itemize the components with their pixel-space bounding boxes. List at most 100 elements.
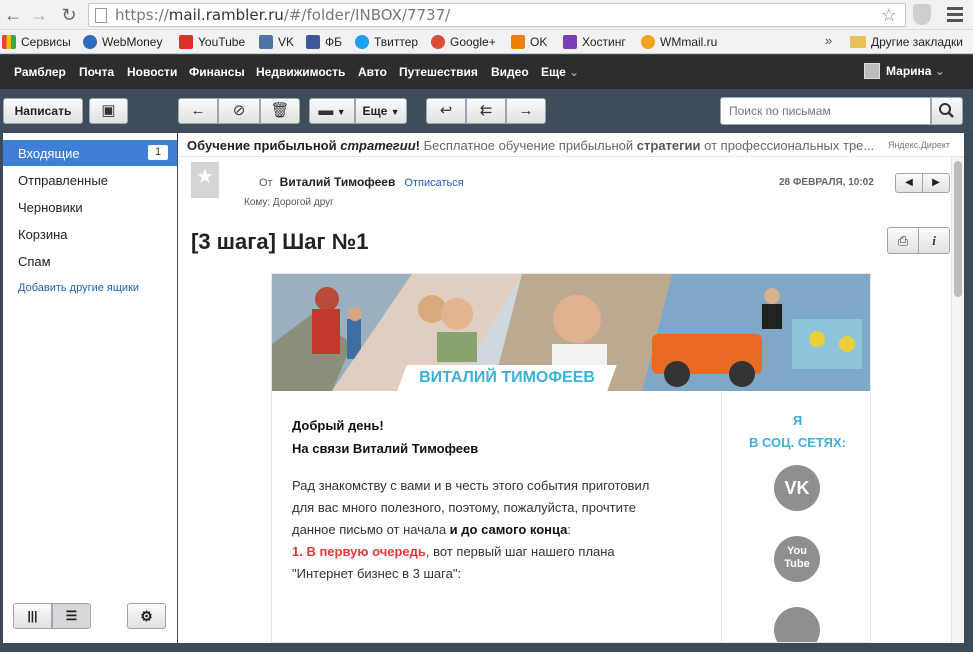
unsubscribe-link[interactable]: Отписаться [404,177,463,189]
bookmark-facebook[interactable]: ФБ [306,34,342,50]
trash-icon: 🗑 [270,102,290,119]
bookmark-youtube[interactable]: YouTube [179,34,245,50]
nav-news[interactable]: Новости [127,65,177,79]
next-message-button[interactable]: ▶ [922,173,950,193]
address-bar[interactable]: https://mail.rambler.ru/#/folder/INBOX/7… [88,3,906,27]
folder-spam[interactable]: Спам [3,248,177,274]
reload-icon[interactable]: ↻ [58,4,80,26]
twitter-icon [355,35,369,49]
search-input[interactable] [720,97,931,125]
forward-button[interactable]: → [506,98,546,124]
spam-button[interactable]: ⊘ [218,98,260,124]
nav-realty[interactable]: Недвижимость [256,65,345,79]
nav-video[interactable]: Видео [491,65,529,79]
nav-auto[interactable]: Авто [358,65,387,79]
browser-toolbar: ← → ↻ https://mail.rambler.ru/#/folder/I… [0,0,973,30]
info-button[interactable]: i [918,227,950,254]
more-actions-button[interactable]: Еще ▼ [355,98,407,124]
folder-drafts[interactable]: Черновики [3,194,177,220]
folder-sent[interactable]: Отправленные [3,167,177,193]
back-arrow-icon[interactable]: ← [2,4,24,26]
bookmark-google-plus[interactable]: Google+ [431,34,496,50]
folder-icon [850,36,866,48]
back-to-list-button[interactable]: ← [178,98,218,124]
triangle-left-icon: ◀ [905,177,913,188]
unread-count-badge: 1 [148,145,168,160]
email-body: ВИТАЛИЙ ТИМОФЕЕВ Добрый день! На связи В… [271,273,871,643]
youtube-social-icon[interactable]: You Tube [774,536,820,582]
move-to-folder-button[interactable]: ▬ ▼ [309,98,355,124]
odnoklassniki-icon [511,35,525,49]
contacts-button[interactable]: ▣ [89,98,128,124]
bookmark-hosting[interactable]: Хостинг [563,34,626,50]
paragraph-line-3: данное письмо от начала и до самого конц… [292,522,572,537]
nav-travel[interactable]: Путешествия [399,65,478,79]
sender-name[interactable]: Виталий Тимофеев [280,175,396,189]
bookmark-wmmail[interactable]: WMmail.ru [641,34,717,50]
view-columns-button[interactable]: ||| [13,603,52,629]
bookmark-star-icon[interactable]: ☆ [881,5,897,26]
instagram-social-icon[interactable] [774,607,820,642]
recipient-line: Кому: Дорогой друг [244,197,334,208]
delete-button[interactable]: 🗑 [260,98,300,124]
greeting-line-1: Добрый день! [292,418,384,433]
view-list-button[interactable]: ☰ [52,603,91,629]
ad-banner[interactable]: Обучение прибыльной стратегии! Бесплатно… [178,133,964,157]
nav-finance[interactable]: Финансы [189,65,245,79]
bookmarks-bar: Сервисы WebMoney YouTube VK ФБ Твиттер G… [0,30,973,54]
reply-all-button[interactable]: ⇇ [466,98,506,124]
block-icon: ⊘ [232,102,246,119]
paragraph-line-1: Рад знакомству с вами и в честь этого со… [292,478,650,493]
forward-arrow-icon[interactable]: → [28,4,50,26]
address-book-icon: ▣ [101,102,116,119]
info-icon: i [932,233,936,248]
hosting-icon [563,35,577,49]
folder-trash[interactable]: Корзина [3,221,177,247]
rambler-top-nav: Рамблер Почта Новости Финансы Недвижимос… [0,55,973,89]
caret-down-icon: ▼ [390,107,400,117]
folder-inbox[interactable]: Входящие 1 [3,140,177,166]
message-date: 28 ФЕВРАЛЯ, 10:02 [779,177,874,188]
wmmail-icon [641,35,655,49]
nav-more[interactable]: Еще ⌄ [541,65,579,79]
user-menu[interactable]: Марина ⌄ [864,63,945,81]
extension-shield-icon[interactable] [913,4,931,25]
message-subject: [3 шага] Шаг №1 [191,229,369,254]
list-icon: ☰ [65,608,78,623]
social-title-2: В СОЦ. СЕТЯХ: [748,435,847,450]
header-banner-image: ВИТАЛИЙ ТИМОФЕЕВ [272,274,870,391]
flag-star-button[interactable]: ★ [191,162,219,198]
bookmark-ok[interactable]: OK [511,34,547,50]
webmoney-icon [83,35,97,49]
more-bookmarks-chevron[interactable]: » [825,33,832,48]
settings-button[interactable]: ⚙ [127,603,166,629]
folder-sidebar: Входящие 1 Отправленные Черновики Корзин… [3,133,177,643]
message-scrollbar[interactable] [951,157,964,643]
bookmark-vk[interactable]: VK [259,34,294,50]
triangle-right-icon: ▶ [932,177,940,188]
gear-icon: ⚙ [140,608,153,624]
vk-social-icon[interactable]: VK [774,465,820,511]
chevron-down-icon: ⌄ [934,64,945,78]
nav-rambler[interactable]: Рамблер [14,65,66,79]
search-button[interactable] [931,97,963,125]
apps-grid-icon [2,35,16,49]
bookmark-twitter[interactable]: Твиттер [355,34,418,50]
compose-button[interactable]: Написать [3,98,83,124]
browser-menu-icon[interactable] [945,4,965,26]
add-mailboxes-link[interactable]: Добавить другие ящики [18,282,139,294]
sender-line: От Виталий Тимофеев Отписаться [259,175,464,189]
bookmark-webmoney[interactable]: WebMoney [83,34,162,50]
arrow-left-icon: ← [190,102,206,119]
scrollbar-thumb[interactable] [954,161,962,297]
social-title-1: Я [792,413,803,428]
prev-message-button[interactable]: ◀ [895,173,923,193]
caret-down-icon: ▼ [336,107,346,117]
bookmark-services[interactable]: Сервисы [2,34,71,50]
message-view: Обучение прибыльной стратегии! Бесплатно… [178,133,964,643]
avatar [864,63,880,79]
nav-mail[interactable]: Почта [79,65,114,79]
reply-button[interactable]: ↩ [426,98,466,124]
other-bookmarks[interactable]: Другие закладки [850,34,963,50]
print-button[interactable]: ⎙ [887,227,919,254]
